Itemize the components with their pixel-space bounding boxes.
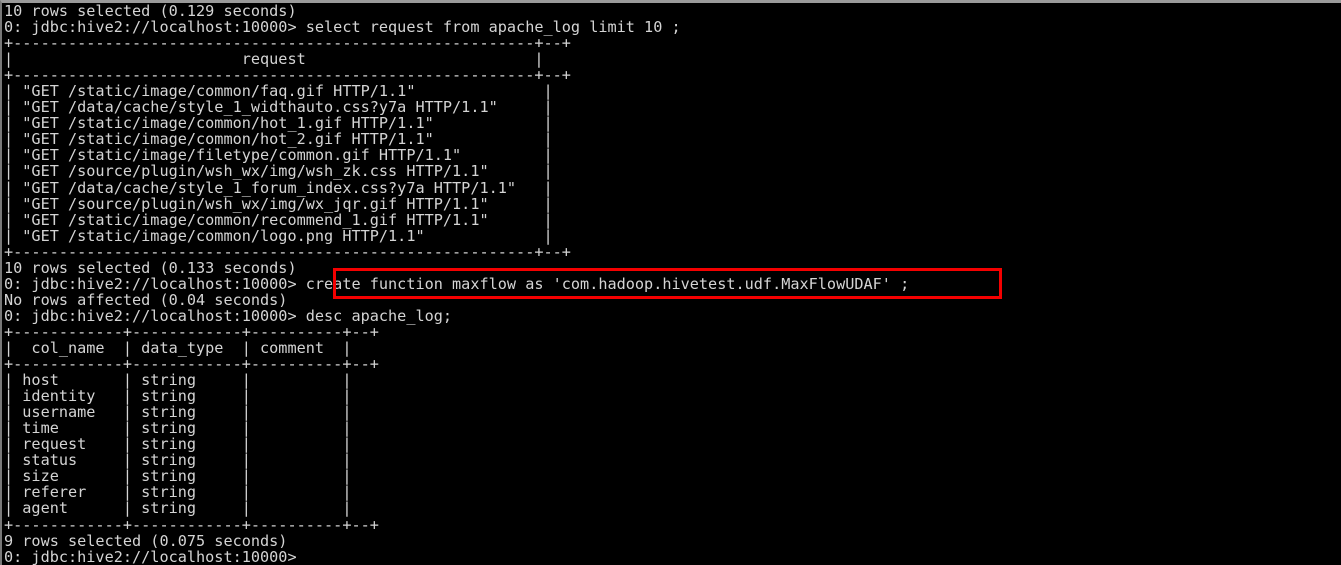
- terminal-line: | size | string | |: [4, 467, 352, 486]
- terminal-line: | "GET /static/image/common/logo.png HTT…: [4, 226, 553, 245]
- terminal-line: +------------+------------+----------+--…: [4, 515, 379, 534]
- terminal-line: 10 rows selected (0.133 seconds): [4, 258, 297, 277]
- terminal-line: | "GET /source/plugin/wsh_wx/img/wx_jqr.…: [4, 194, 553, 213]
- terminal-line: 0: jdbc:hive2://localhost:10000> select …: [4, 18, 681, 37]
- terminal-line: +---------------------------------------…: [4, 34, 571, 53]
- terminal-line: | "GET /static/image/common/faq.gif HTTP…: [4, 82, 553, 101]
- terminal-line: +------------+------------+----------+--…: [4, 322, 379, 341]
- terminal-output-area[interactable]: 10 rows selected (0.129 seconds) 0: jdbc:…: [4, 3, 909, 565]
- terminal-line: +------------+------------+----------+--…: [4, 355, 379, 374]
- terminal-line: 0: jdbc:hive2://localhost:10000> desc ap…: [4, 306, 453, 325]
- terminal-line: 10 rows selected (0.129 seconds): [4, 2, 297, 20]
- terminal-line: | "GET /static/image/common/hot_2.gif HT…: [4, 130, 553, 149]
- terminal-line: 0: jdbc:hive2://localhost:10000> create …: [4, 274, 910, 293]
- terminal-line: | "GET /data/cache/style_1_widthauto.css…: [4, 98, 553, 117]
- terminal-window[interactable]: 10 rows selected (0.129 seconds) 0: jdbc:…: [0, 0, 1341, 565]
- terminal-line: | request | string | |: [4, 435, 352, 454]
- terminal-line: | "GET /static/image/common/recommend_1.…: [4, 210, 553, 229]
- terminal-line: | agent | string | |: [4, 499, 352, 518]
- terminal-line: | time | string | |: [4, 419, 352, 438]
- terminal-line: | "GET /static/image/filetype/common.gif…: [4, 146, 553, 165]
- terminal-line: | col_name | data_type | comment |: [4, 338, 352, 357]
- terminal-line: | "GET /data/cache/style_1_forum_index.c…: [4, 178, 553, 197]
- terminal-line: +---------------------------------------…: [4, 242, 571, 261]
- terminal-line: | request |: [4, 50, 544, 69]
- terminal-line: | referer | string | |: [4, 483, 352, 502]
- terminal-line: | "GET /source/plugin/wsh_wx/img/wsh_zk.…: [4, 162, 553, 181]
- terminal-line: | identity | string | |: [4, 387, 352, 406]
- terminal-line: | host | string | |: [4, 371, 352, 390]
- terminal-line: 9 rows selected (0.075 seconds): [4, 531, 288, 550]
- terminal-line: | status | string | |: [4, 451, 352, 470]
- terminal-line: 0: jdbc:hive2://localhost:10000>: [4, 547, 297, 565]
- terminal-line: No rows affected (0.04 seconds): [4, 290, 288, 309]
- terminal-line: +---------------------------------------…: [4, 66, 571, 85]
- terminal-line: | username | string | |: [4, 403, 352, 422]
- terminal-line: | "GET /static/image/common/hot_1.gif HT…: [4, 114, 553, 133]
